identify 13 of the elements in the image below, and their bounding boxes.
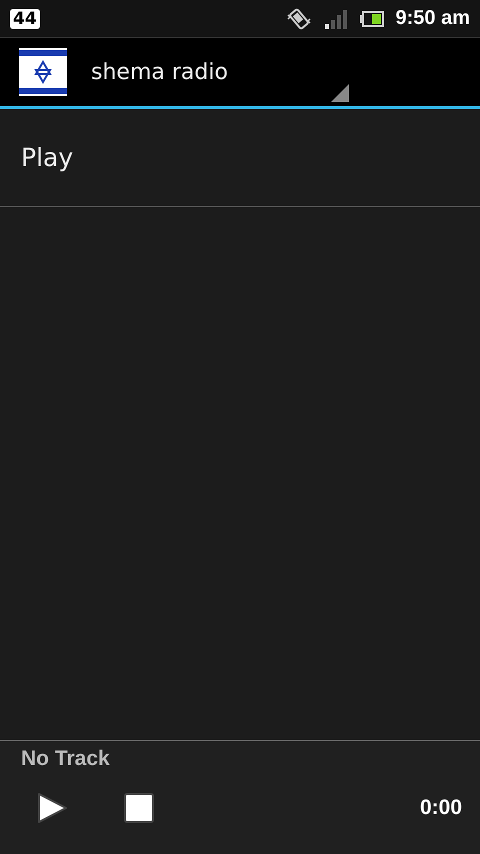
play-button[interactable] [35, 791, 69, 825]
notification-count: 44 [10, 8, 40, 28]
battery-icon [360, 10, 384, 26]
app-title: shema radio [91, 60, 228, 84]
signal-icon [324, 8, 348, 28]
clock-time: 9:50 am [396, 7, 470, 30]
phone-vibrate-icon [286, 6, 312, 30]
dropdown-icon[interactable] [331, 84, 349, 102]
flag-icon [19, 48, 67, 96]
elapsed-time: 0:00 [420, 796, 462, 820]
stop-button[interactable] [124, 793, 154, 823]
list-item[interactable]: Play [0, 109, 480, 207]
track-title: No Track [21, 747, 110, 771]
